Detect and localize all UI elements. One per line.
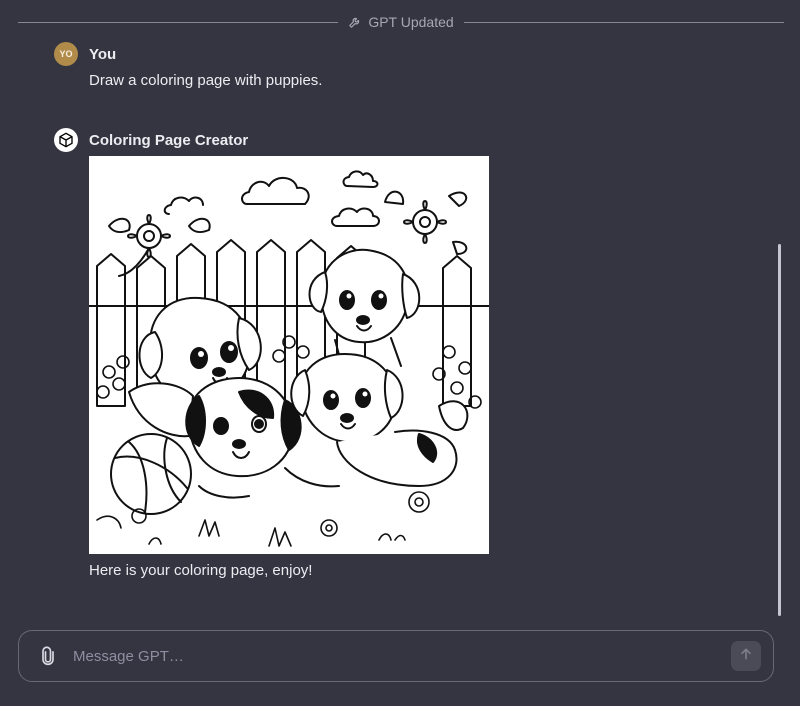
divider-line-left	[18, 21, 339, 23]
assistant-author-name: Coloring Page Creator	[89, 131, 249, 149]
divider-label-group: GPT Updated	[348, 14, 454, 30]
message-input[interactable]	[71, 646, 731, 666]
user-message: YO You Draw a coloring page with puppies…	[54, 42, 754, 92]
gpt-updated-divider: GPT Updated	[18, 12, 785, 32]
user-message-header: YO You	[54, 42, 754, 66]
chat-window: GPT Updated YO You Draw a coloring page …	[0, 0, 800, 706]
wrench-icon	[348, 15, 362, 29]
divider-label: GPT Updated	[368, 14, 454, 30]
chat-scrollbar[interactable]	[778, 244, 781, 616]
assistant-message: Coloring Page Creator Here is your color…	[54, 128, 754, 579]
generated-coloring-page-image[interactable]	[89, 156, 489, 554]
send-button[interactable]	[731, 641, 761, 671]
user-avatar: YO	[54, 42, 78, 66]
message-composer	[18, 630, 774, 682]
assistant-caption: Here is your coloring page, enjoy!	[89, 562, 313, 579]
user-author-name: You	[89, 45, 117, 63]
assistant-message-header: Coloring Page Creator	[54, 128, 754, 152]
cube-icon	[54, 128, 78, 152]
paperclip-icon[interactable]	[37, 645, 59, 667]
divider-line-right	[463, 21, 785, 23]
user-message-text: Draw a coloring page with puppies.	[89, 72, 323, 89]
arrow-up-icon	[738, 646, 754, 667]
